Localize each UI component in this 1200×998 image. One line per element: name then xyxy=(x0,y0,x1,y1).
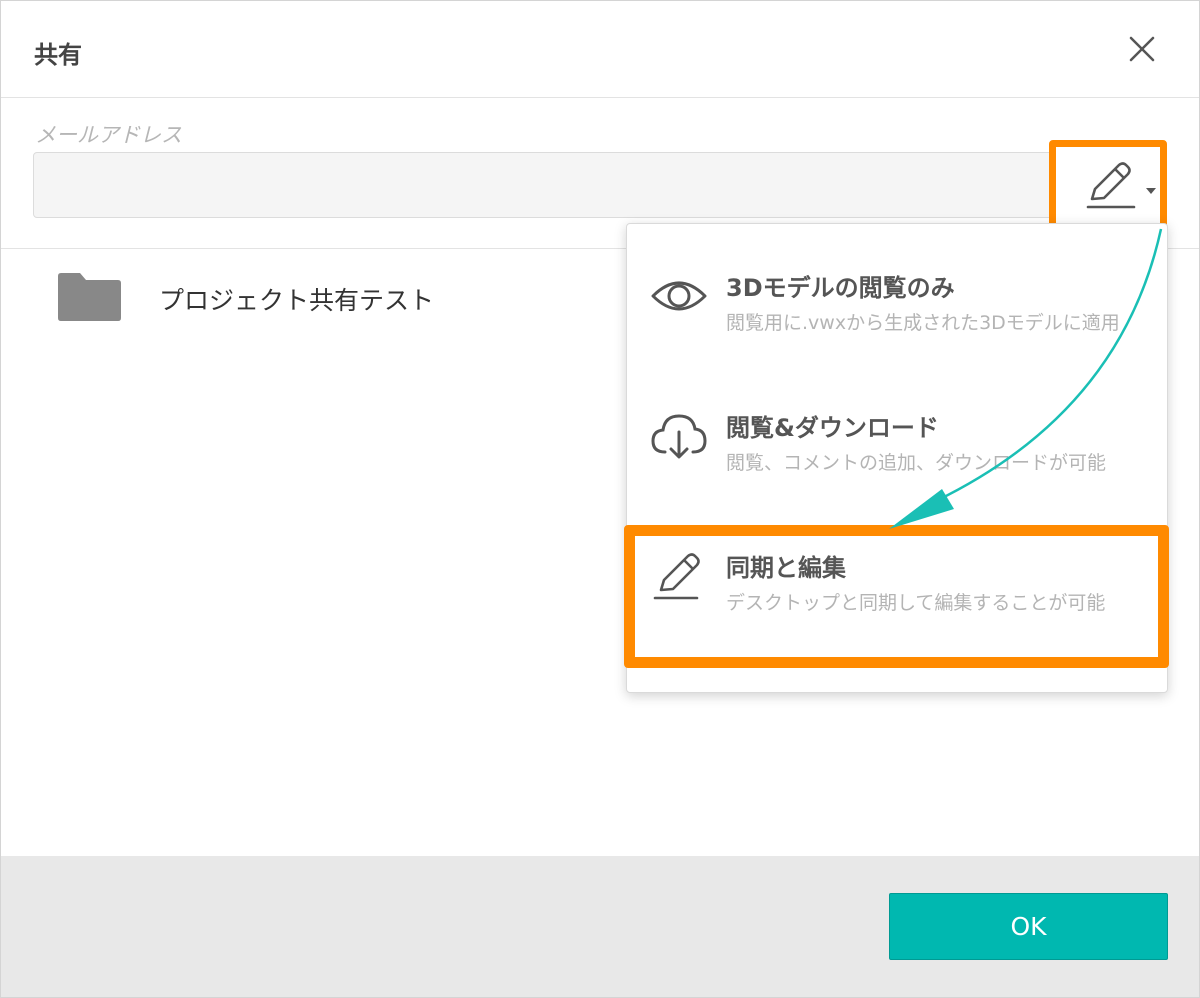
permission-dropdown-button[interactable] xyxy=(1049,140,1167,232)
menu-item-view-download[interactable]: 閲覧&ダウンロード 閲覧、コメントの追加、ダウンロードが可能 xyxy=(627,364,1167,504)
cloud-download-icon xyxy=(651,414,707,459)
menu-item-description: デスクトップと同期して編集することが可能 xyxy=(726,592,1106,614)
menu-item-title: 同期と編集 xyxy=(726,554,846,582)
eye-icon xyxy=(651,281,707,311)
share-dialog: 共有 メールアドレス プロジェクト共有テスト 3Dモデルの閲覧のみ 閲覧用に.v… xyxy=(0,0,1200,998)
close-icon xyxy=(1129,36,1155,62)
caret-down-icon xyxy=(1146,188,1156,194)
menu-item-title: 閲覧&ダウンロード xyxy=(726,414,939,442)
folder-icon xyxy=(58,273,121,321)
email-label: メールアドレス xyxy=(35,123,182,147)
permission-menu: 3Dモデルの閲覧のみ 閲覧用に.vwxから生成された3Dモデルに適用 閲覧&ダウ… xyxy=(626,223,1168,693)
dialog-header: 共有 xyxy=(1,1,1199,98)
menu-item-view-3d-only[interactable]: 3Dモデルの閲覧のみ 閲覧用に.vwxから生成された3Dモデルに適用 xyxy=(627,224,1167,364)
menu-item-title: 3Dモデルの閲覧のみ xyxy=(726,274,955,302)
ok-button[interactable]: OK xyxy=(889,893,1168,960)
dialog-title: 共有 xyxy=(34,41,82,69)
menu-item-description: 閲覧、コメントの追加、ダウンロードが可能 xyxy=(726,452,1107,474)
pencil-icon xyxy=(1086,162,1136,209)
menu-item-description: 閲覧用に.vwxから生成された3Dモデルに適用 xyxy=(726,312,1120,334)
pencil-icon xyxy=(653,553,700,600)
email-input[interactable] xyxy=(33,152,1133,218)
menu-item-sync-edit[interactable]: 同期と編集 デスクトップと同期して編集することが可能 xyxy=(627,504,1167,644)
folder-name: プロジェクト共有テスト xyxy=(159,286,435,315)
close-button[interactable] xyxy=(1121,28,1163,70)
